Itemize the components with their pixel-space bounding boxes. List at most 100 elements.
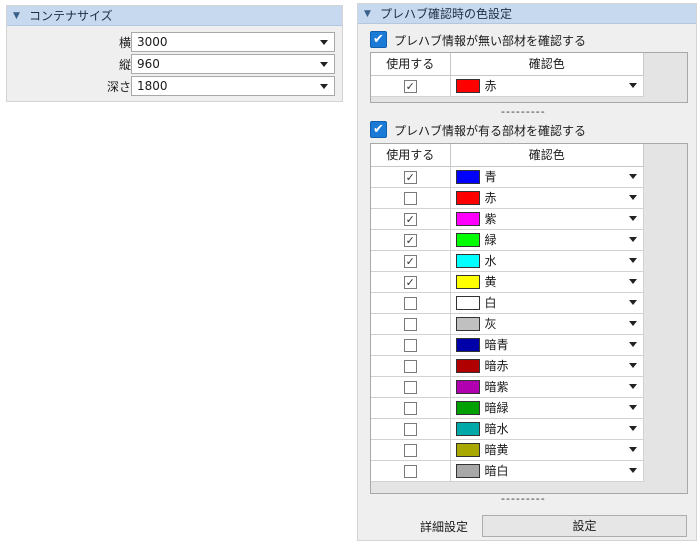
chevron-down-icon: [320, 84, 328, 89]
color-swatch: [455, 421, 480, 436]
use-cell: [371, 187, 451, 209]
use-checkbox[interactable]: ✓: [403, 275, 417, 289]
color-swatch: [455, 400, 480, 415]
depth-select[interactable]: 1800: [131, 76, 335, 96]
color-swatch: [455, 253, 480, 268]
use-checkbox[interactable]: ✓: [403, 170, 417, 184]
use-cell: [371, 355, 451, 377]
use-checkbox[interactable]: [403, 464, 417, 478]
chevron-down-icon: [629, 320, 637, 326]
color-dropdown[interactable]: 暗紫: [450, 376, 644, 398]
table-row: ✓ 黄: [371, 271, 644, 293]
color-name: 暗水: [484, 422, 509, 436]
table-row: ✓ 水: [371, 250, 644, 272]
use-checkbox[interactable]: [403, 338, 417, 352]
depth-field-row: 深さ 1800: [7, 76, 344, 97]
table-row: ✓ 緑: [371, 229, 644, 251]
table-row: 暗黄: [371, 439, 644, 461]
collapse-triangle-icon[interactable]: ▼: [13, 11, 27, 21]
chevron-down-icon: [629, 236, 637, 242]
chevron-down-icon: [629, 215, 637, 221]
use-cell: [371, 397, 451, 419]
color-dropdown[interactable]: 白: [450, 292, 644, 314]
container-size-header[interactable]: ▼ コンテナサイズ: [7, 6, 342, 26]
splitter-handle[interactable]: ---------: [501, 492, 546, 505]
use-column-header: 使用する: [371, 53, 451, 76]
section2-checkbox[interactable]: ✔: [370, 121, 387, 138]
color-swatch: [455, 232, 480, 247]
table-row: 暗緑: [371, 397, 644, 419]
color-name: 暗黄: [484, 443, 509, 457]
color-swatch: [455, 442, 480, 457]
color-dropdown[interactable]: 赤: [450, 187, 644, 209]
chevron-down-icon: [320, 40, 328, 45]
use-checkbox[interactable]: ✓: [403, 79, 417, 93]
color-dropdown[interactable]: 紫: [450, 208, 644, 230]
color-name: 白: [484, 296, 497, 310]
section2-label: プレハブ情報が有る部材を確認する: [394, 124, 587, 138]
color-dropdown[interactable]: 暗緑: [450, 397, 644, 419]
chevron-down-icon: [320, 62, 328, 67]
table-row: 白: [371, 292, 644, 314]
height-select[interactable]: 960: [131, 54, 335, 74]
color-swatch: [455, 463, 480, 478]
use-cell: ✓: [371, 166, 451, 188]
section1-checkbox[interactable]: ✔: [370, 31, 387, 48]
color-dropdown[interactable]: 緑: [450, 229, 644, 251]
use-cell: [371, 376, 451, 398]
use-checkbox[interactable]: ✓: [403, 212, 417, 226]
use-checkbox[interactable]: [403, 380, 417, 394]
use-checkbox[interactable]: [403, 191, 417, 205]
color-dropdown[interactable]: 青: [450, 166, 644, 188]
color-dropdown[interactable]: 水: [450, 250, 644, 272]
use-checkbox[interactable]: [403, 422, 417, 436]
chevron-down-icon: [629, 82, 637, 88]
use-checkbox[interactable]: [403, 359, 417, 373]
width-select[interactable]: 3000: [131, 32, 335, 52]
use-cell: ✓: [371, 229, 451, 251]
color-name: 暗赤: [484, 359, 509, 373]
height-value: 960: [137, 57, 160, 71]
use-cell: [371, 418, 451, 440]
color-swatch: [455, 211, 480, 226]
use-checkbox[interactable]: [403, 401, 417, 415]
color-dropdown[interactable]: 赤: [450, 75, 644, 97]
color-dropdown[interactable]: 黄: [450, 271, 644, 293]
use-checkbox[interactable]: ✓: [403, 233, 417, 247]
use-checkbox[interactable]: ✓: [403, 254, 417, 268]
use-checkbox[interactable]: [403, 317, 417, 331]
collapse-triangle-icon[interactable]: ▼: [364, 9, 378, 19]
color-swatch: [455, 316, 480, 331]
color-name: 暗青: [484, 338, 509, 352]
color-swatch: [455, 190, 480, 205]
color-dropdown[interactable]: 暗青: [450, 334, 644, 356]
chevron-down-icon: [629, 383, 637, 389]
depth-label: 深さ: [106, 80, 131, 94]
chevron-down-icon: [629, 194, 637, 200]
color-dropdown[interactable]: 暗黄: [450, 439, 644, 461]
color-dropdown[interactable]: 暗白: [450, 460, 644, 482]
container-size-panel: ▼ コンテナサイズ 横 3000 縦 960 深さ 1800: [6, 5, 343, 102]
use-checkbox[interactable]: [403, 443, 417, 457]
settings-button[interactable]: 設定: [482, 515, 687, 537]
use-checkbox[interactable]: [403, 296, 417, 310]
prefab-color-header[interactable]: ▼ プレハブ確認時の色設定: [358, 4, 696, 24]
color-dropdown[interactable]: 暗赤: [450, 355, 644, 377]
splitter-handle[interactable]: ---------: [501, 105, 546, 118]
use-cell: ✓: [371, 75, 451, 97]
table-row: 暗水: [371, 418, 644, 440]
color-dropdown[interactable]: 暗水: [450, 418, 644, 440]
chevron-down-icon: [629, 404, 637, 410]
width-value: 3000: [137, 35, 168, 49]
color-swatch: [455, 78, 480, 93]
table-row: 赤: [371, 187, 644, 209]
height-label: 縦: [118, 58, 131, 72]
color-column-header: 確認色: [450, 144, 644, 167]
table-row: 暗青: [371, 334, 644, 356]
width-label: 横: [118, 36, 131, 50]
use-cell: [371, 292, 451, 314]
color-dropdown[interactable]: 灰: [450, 313, 644, 335]
table-row: 暗赤: [371, 355, 644, 377]
use-cell: [371, 334, 451, 356]
color-name: 暗白: [484, 464, 509, 478]
